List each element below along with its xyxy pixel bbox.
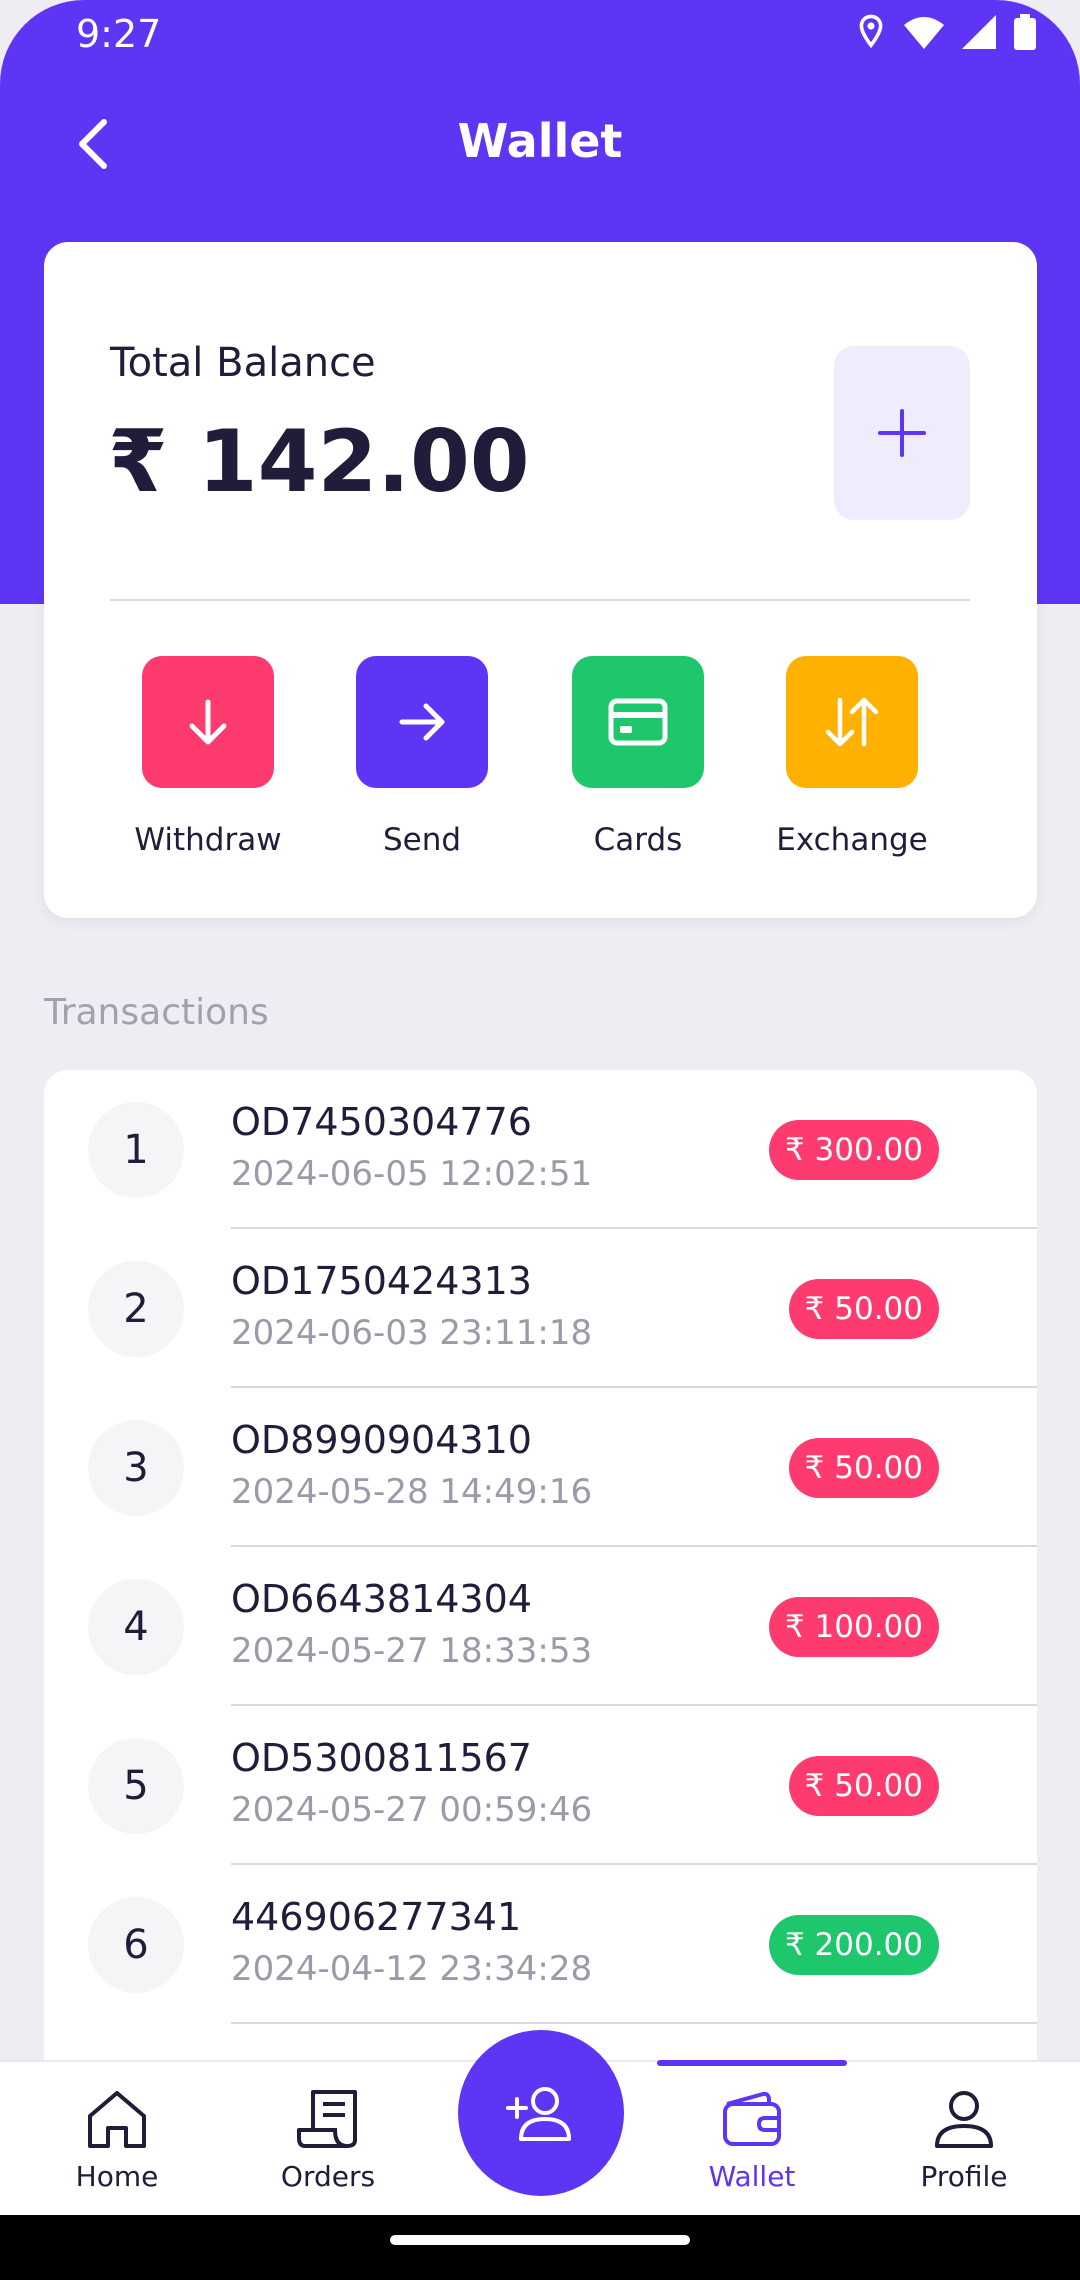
gesture-bar (0, 2215, 1080, 2280)
transactions-heading: Transactions (44, 992, 269, 1033)
total-balance-label: Total Balance (110, 340, 376, 386)
location-icon (859, 14, 883, 49)
withdraw-icon-tile (142, 656, 274, 788)
transaction-amount-badge: ₹ 100.00 (768, 1597, 939, 1657)
nav-home[interactable]: Home (37, 2088, 197, 2193)
wallet-icon (723, 2091, 781, 2146)
transaction-index: 4 (88, 1579, 184, 1675)
transaction-row[interactable]: 3 OD8990904310 2024-05-28 14:49:16 ₹ 50.… (44, 1388, 1037, 1547)
status-time: 9:27 (76, 12, 162, 56)
active-tab-indicator (657, 2060, 847, 2066)
nav-home-label: Home (75, 2160, 159, 2193)
nav-profile-label: Profile (920, 2160, 1008, 2193)
wifi-icon (904, 17, 944, 49)
wallet-screen: 9:27 Wallet Total Balance ₹ 142.00 Withd… (0, 0, 1080, 2280)
transaction-index: 1 (88, 1102, 184, 1198)
row-divider (231, 2022, 1037, 2024)
transaction-index: 2 (88, 1261, 184, 1357)
transaction-amount-badge: ₹ 200.00 (768, 1915, 939, 1975)
withdraw-button[interactable]: Withdraw (108, 656, 308, 858)
send-label: Send (382, 822, 462, 858)
status-icons (856, 14, 1036, 50)
transaction-order-id: OD8990904310 (231, 1418, 532, 1462)
nav-orders[interactable]: Orders (248, 2088, 408, 2193)
user-icon (935, 2091, 993, 2148)
transaction-amount-badge: ₹ 50.00 (788, 1279, 939, 1339)
receipt-icon (297, 2090, 357, 2148)
exchange-label: Exchange (776, 822, 928, 858)
transaction-datetime: 2024-05-28 14:49:16 (231, 1472, 593, 1512)
balance-divider (110, 599, 970, 601)
transactions-list: 1 OD7450304776 2024-06-05 12:02:51 ₹ 300… (44, 1070, 1037, 2070)
arrow-right-icon (399, 703, 445, 741)
transaction-amount-badge: ₹ 300.00 (768, 1120, 939, 1180)
home-indicator[interactable] (390, 2235, 690, 2245)
transaction-row[interactable]: 2 OD1750424313 2024-06-03 23:11:18 ₹ 50.… (44, 1229, 1037, 1388)
home-icon (88, 2091, 146, 2148)
add-money-button[interactable] (834, 346, 970, 520)
transaction-amount-badge: ₹ 50.00 (788, 1756, 939, 1816)
app-bar: Wallet (0, 100, 1080, 190)
nav-orders-label: Orders (280, 2160, 376, 2193)
add-user-icon (506, 2087, 571, 2141)
transaction-row[interactable]: 5 OD5300811567 2024-05-27 00:59:46 ₹ 50.… (44, 1706, 1037, 1865)
withdraw-label: Withdraw (134, 822, 282, 858)
status-bar: 9:27 (0, 0, 1080, 70)
page-title: Wallet (457, 114, 623, 168)
exchange-icon-tile (786, 656, 918, 788)
add-user-button[interactable] (458, 2030, 624, 2196)
exchange-icon (825, 697, 879, 747)
cards-icon-tile (572, 656, 704, 788)
transaction-order-id: OD6643814304 (231, 1577, 532, 1621)
nav-wallet-label: Wallet (708, 2160, 796, 2193)
transaction-order-id: OD7450304776 (231, 1100, 532, 1144)
transaction-datetime: 2024-04-12 23:34:28 (231, 1949, 593, 1989)
transaction-row[interactable]: 6 446906277341 2024-04-12 23:34:28 ₹ 200… (44, 1865, 1037, 2024)
transaction-datetime: 2024-06-03 23:11:18 (231, 1313, 593, 1353)
battery-icon (1014, 14, 1036, 50)
signal-icon (962, 15, 996, 49)
transaction-datetime: 2024-06-05 12:02:51 (231, 1154, 593, 1194)
plus-icon (878, 409, 926, 457)
card-icon (608, 698, 668, 746)
transaction-order-id: 446906277341 (231, 1895, 522, 1939)
cards-label: Cards (593, 822, 683, 858)
transaction-amount-badge: ₹ 50.00 (788, 1438, 939, 1498)
wallet-actions: Withdraw Send Cards Exchange (108, 656, 988, 866)
transaction-datetime: 2024-05-27 18:33:53 (231, 1631, 593, 1671)
send-button[interactable]: Send (322, 656, 522, 858)
transaction-datetime: 2024-05-27 00:59:46 (231, 1790, 593, 1830)
transaction-row[interactable]: 4 OD6643814304 2024-05-27 18:33:53 ₹ 100… (44, 1547, 1037, 1706)
balance-card: Total Balance ₹ 142.00 Withdraw Send Car… (44, 242, 1037, 918)
transaction-order-id: OD1750424313 (231, 1259, 532, 1303)
cards-button[interactable]: Cards (538, 656, 738, 858)
nav-wallet[interactable]: Wallet (672, 2088, 832, 2193)
transaction-order-id: OD5300811567 (231, 1736, 532, 1780)
transaction-row[interactable]: 1 OD7450304776 2024-06-05 12:02:51 ₹ 300… (44, 1070, 1037, 1229)
total-balance-value: ₹ 142.00 (108, 412, 530, 512)
transaction-index: 3 (88, 1420, 184, 1516)
transaction-index: 5 (88, 1738, 184, 1834)
send-icon-tile (356, 656, 488, 788)
exchange-button[interactable]: Exchange (752, 656, 952, 858)
nav-profile[interactable]: Profile (884, 2088, 1044, 2193)
transaction-index: 6 (88, 1897, 184, 1993)
arrow-down-icon (189, 699, 227, 745)
